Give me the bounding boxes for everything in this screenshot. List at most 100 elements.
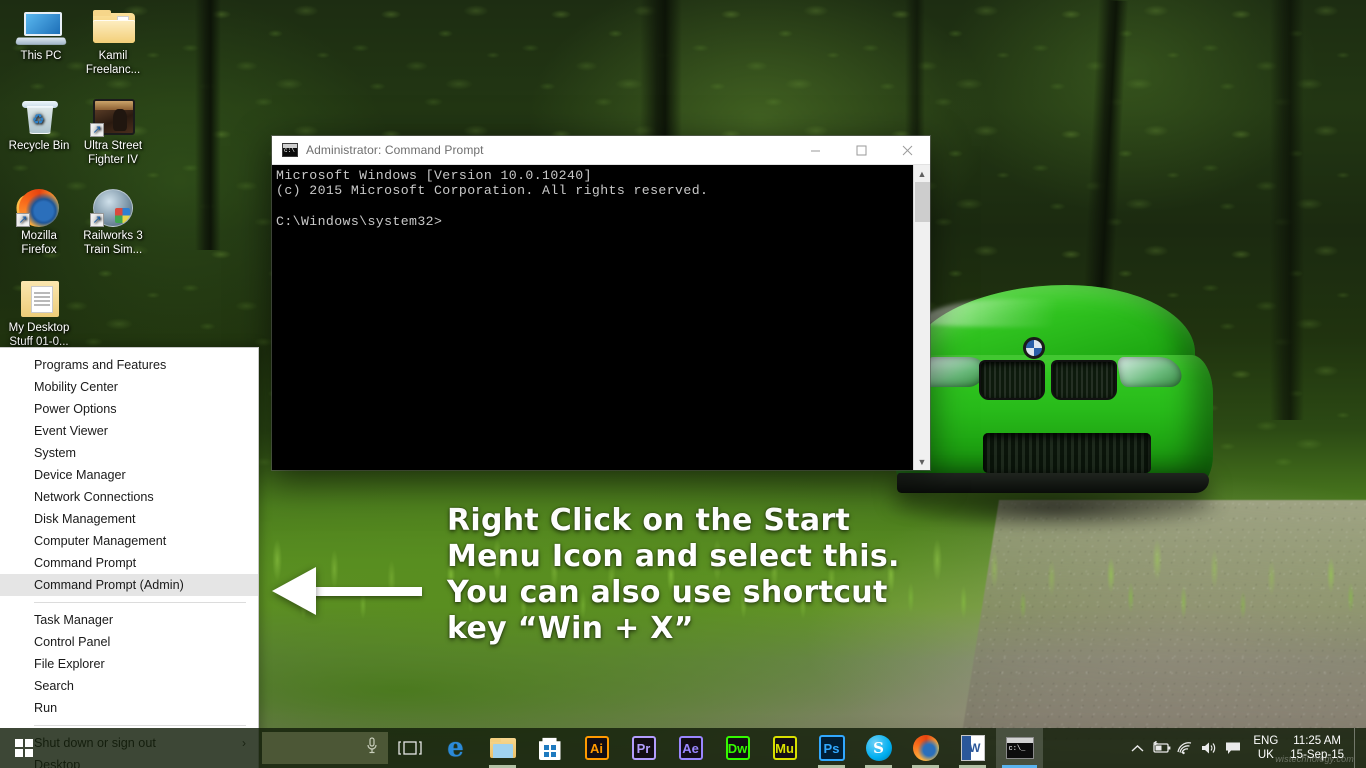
menu-item-run[interactable]: Run [0, 697, 258, 719]
desktop-icon-label: Railworks 3 Train Sim... [76, 230, 150, 257]
game-icon: ↗ [76, 96, 150, 138]
menu-item-control-panel[interactable]: Control Panel [0, 631, 258, 653]
taskbar-app-edge[interactable]: e [432, 728, 479, 768]
console-output-area[interactable]: Microsoft Windows [Version 10.0.10240] (… [272, 165, 930, 470]
desktop-icon-railworks-3[interactable]: ↗ Railworks 3 Train Sim... [76, 186, 150, 257]
menu-item-label: Mobility Center [34, 376, 118, 398]
search-input[interactable] [262, 732, 388, 764]
battery-charging-icon[interactable] [1149, 728, 1173, 768]
menu-separator [34, 725, 246, 726]
dreamweaver-icon: Dw [726, 736, 750, 760]
railworks-icon: ↗ [76, 186, 150, 228]
menu-item-label: Control Panel [34, 631, 110, 653]
desktop-icon-label: Recycle Bin [2, 140, 76, 154]
menu-item-programs-and-features[interactable]: Programs and Features [0, 354, 258, 376]
task-view-button[interactable] [388, 728, 432, 768]
taskbar: e Ai Pr Ae Dw Mu [0, 728, 1366, 768]
system-tray: ENG UK 11:25 AM 15-Sep-15 [1125, 728, 1366, 768]
word-icon: W [961, 735, 985, 761]
desktop-icon-label: My Desktop Stuff 01-0... [2, 322, 76, 349]
taskbar-app-illustrator[interactable]: Ai [573, 728, 620, 768]
speaker-icon[interactable] [1197, 728, 1221, 768]
wallpaper-tree-trunk [1270, 0, 1304, 420]
menu-item-label: Task Manager [34, 609, 113, 631]
notes-folder-icon [2, 278, 76, 320]
wifi-icon[interactable] [1173, 728, 1197, 768]
skype-icon: S [866, 735, 892, 761]
language-indicator[interactable]: ENG UK [1245, 734, 1286, 762]
menu-item-search[interactable]: Search [0, 675, 258, 697]
taskbar-app-premiere-pro[interactable]: Pr [620, 728, 667, 768]
close-button[interactable] [884, 136, 930, 165]
console-text: Microsoft Windows [Version 10.0.10240] (… [276, 168, 930, 230]
taskbar-app-dreamweaver[interactable]: Dw [714, 728, 761, 768]
shortcut-overlay-icon: ↗ [90, 123, 104, 137]
taskbar-app-word[interactable]: W [949, 728, 996, 768]
start-button[interactable] [0, 728, 48, 768]
menu-item-task-manager[interactable]: Task Manager [0, 609, 258, 631]
shortcut-overlay-icon: ↗ [90, 213, 104, 227]
computer-icon [4, 6, 78, 48]
menu-item-label: Device Manager [34, 464, 126, 486]
winx-power-user-menu[interactable]: Programs and Features Mobility Center Po… [0, 347, 259, 768]
menu-item-label: Programs and Features [34, 354, 166, 376]
menu-item-power-options[interactable]: Power Options [0, 398, 258, 420]
menu-item-label: Search [34, 675, 74, 697]
command-prompt-window[interactable]: Administrator: Command Prompt Microsoft … [272, 136, 930, 470]
menu-item-label: Disk Management [34, 508, 136, 530]
clock[interactable]: 11:25 AM 15-Sep-15 [1286, 734, 1354, 762]
microphone-icon[interactable] [366, 737, 378, 760]
maximize-button[interactable] [838, 136, 884, 165]
menu-item-computer-management[interactable]: Computer Management [0, 530, 258, 552]
desktop-icon-label: Mozilla Firefox [2, 230, 76, 257]
menu-item-command-prompt[interactable]: Command Prompt [0, 552, 258, 574]
chevron-up-icon[interactable] [1125, 728, 1149, 768]
taskbar-app-command-prompt[interactable] [996, 728, 1043, 768]
menu-separator [34, 602, 246, 603]
desktop-icon-recycle-bin[interactable]: ♻ Recycle Bin [2, 96, 76, 154]
taskbar-app-photoshop[interactable]: Ps [808, 728, 855, 768]
menu-item-system[interactable]: System [0, 442, 258, 464]
taskbar-app-muse[interactable]: Mu [761, 728, 808, 768]
annotation-text: Right Click on the Start Menu Icon and s… [447, 503, 1007, 647]
desktop-icon-my-desktop-stuff[interactable]: My Desktop Stuff 01-0... [2, 278, 76, 349]
menu-item-event-viewer[interactable]: Event Viewer [0, 420, 258, 442]
after-effects-icon: Ae [679, 736, 703, 760]
minimize-button[interactable] [792, 136, 838, 165]
photoshop-icon: Ps [819, 735, 845, 761]
menu-item-command-prompt-admin[interactable]: Command Prompt (Admin) [0, 574, 258, 596]
cmd-icon [1006, 737, 1034, 759]
menu-item-file-explorer[interactable]: File Explorer [0, 653, 258, 675]
menu-item-label: Computer Management [34, 530, 166, 552]
desktop-icon-this-pc[interactable]: This PC [4, 6, 78, 64]
edge-icon: e [443, 735, 469, 761]
taskbar-app-firefox[interactable] [902, 728, 949, 768]
desktop-icon-mozilla-firefox[interactable]: ↗ Mozilla Firefox [2, 186, 76, 257]
folder-icon [76, 6, 150, 48]
firefox-icon: ↗ [2, 186, 76, 228]
menu-item-device-manager[interactable]: Device Manager [0, 464, 258, 486]
clock-date: 15-Sep-15 [1290, 748, 1344, 762]
menu-item-network-connections[interactable]: Network Connections [0, 486, 258, 508]
scroll-up-arrow[interactable]: ▲ [914, 165, 931, 182]
taskbar-app-after-effects[interactable]: Ae [667, 728, 714, 768]
console-scrollbar[interactable]: ▲ ▼ [913, 165, 930, 470]
taskbar-app-skype[interactable]: S [855, 728, 902, 768]
scrollbar-thumb[interactable] [915, 182, 930, 222]
desktop-icon-kamil-freelance[interactable]: Kamil Freelanc... [76, 6, 150, 77]
action-center-icon[interactable] [1221, 728, 1245, 768]
annotation-line-3: You can also use shortcut [447, 575, 1007, 611]
windows-logo-icon [15, 739, 33, 757]
menu-item-mobility-center[interactable]: Mobility Center [0, 376, 258, 398]
desktop-icon-label: Kamil Freelanc... [76, 50, 150, 77]
store-icon [537, 735, 563, 761]
scroll-down-arrow[interactable]: ▼ [914, 453, 931, 470]
menu-item-disk-management[interactable]: Disk Management [0, 508, 258, 530]
window-title-bar[interactable]: Administrator: Command Prompt [272, 136, 930, 165]
desktop-icon-ultra-street-fighter-iv[interactable]: ↗ Ultra Street Fighter IV [76, 96, 150, 167]
taskbar-app-file-explorer[interactable] [479, 728, 526, 768]
illustrator-icon: Ai [585, 736, 609, 760]
show-desktop-button[interactable] [1354, 728, 1362, 768]
menu-item-label: Command Prompt (Admin) [34, 574, 184, 596]
taskbar-app-store[interactable] [526, 728, 573, 768]
